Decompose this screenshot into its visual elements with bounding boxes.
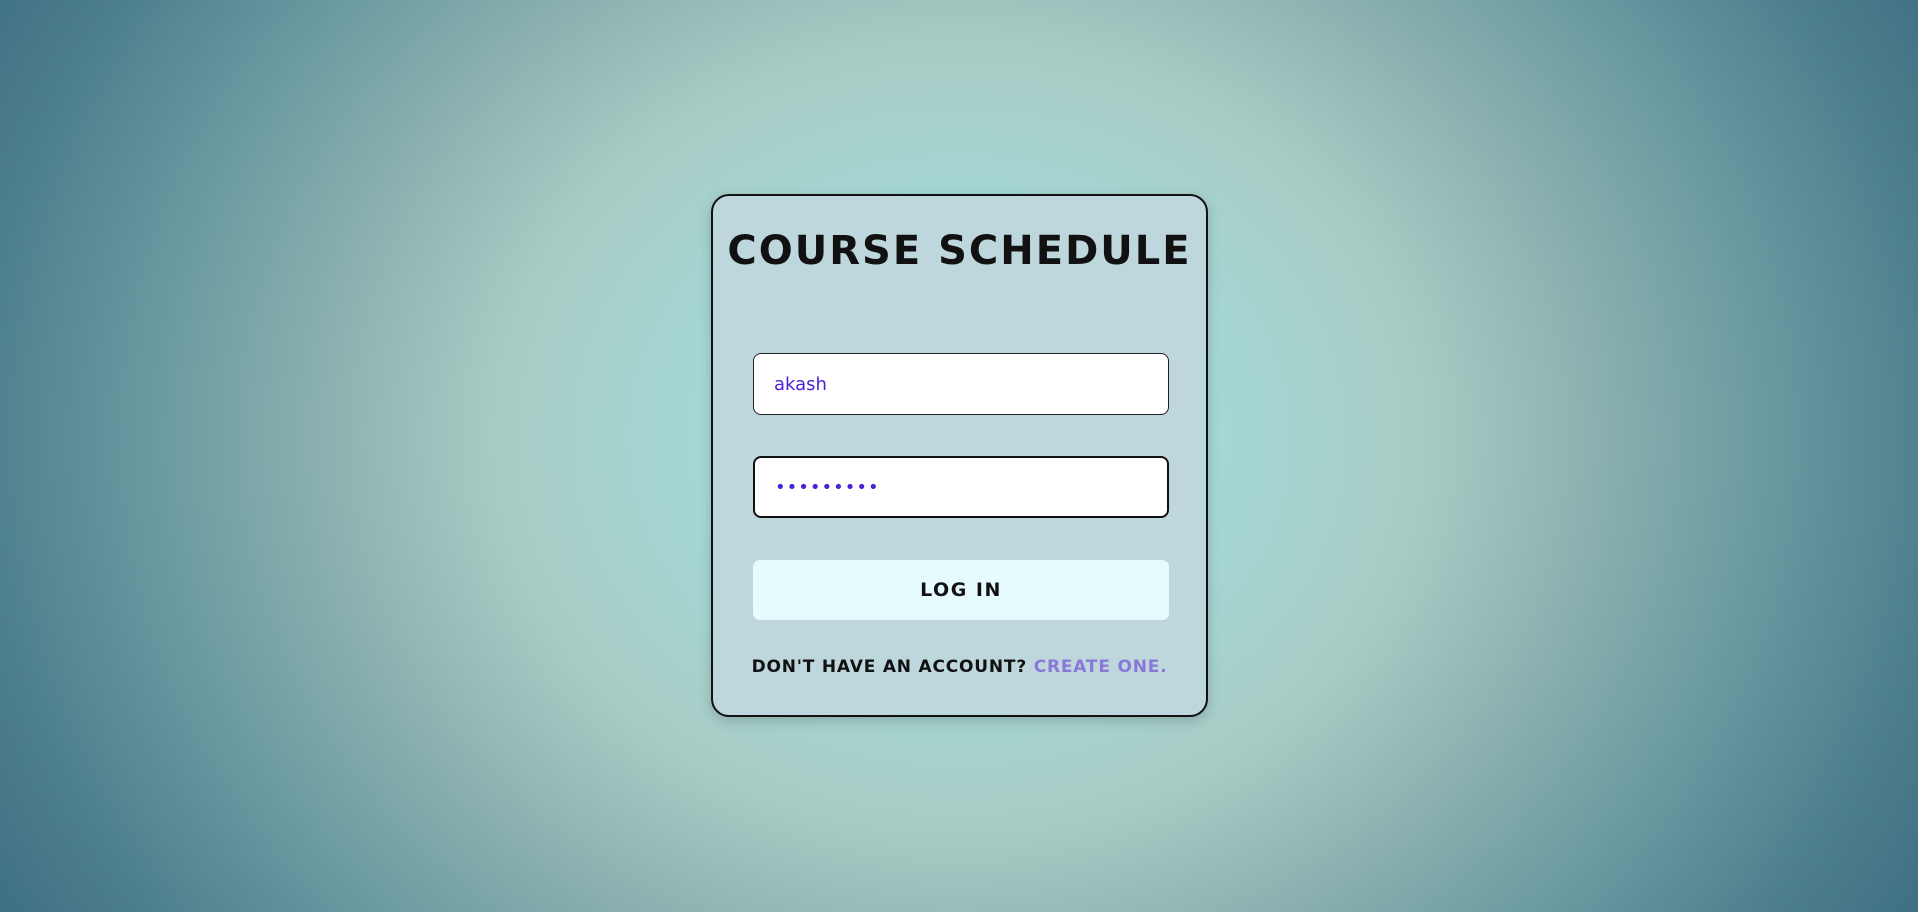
app-title: COURSE SCHEDULE xyxy=(727,228,1192,274)
login-button[interactable]: LOG IN xyxy=(753,560,1169,620)
password-input[interactable] xyxy=(753,456,1169,518)
signup-prompt-row: DON'T HAVE AN ACCOUNT? CREATE ONE. xyxy=(713,657,1206,677)
login-card: COURSE SCHEDULE LOG IN DON'T HAVE AN ACC… xyxy=(711,194,1208,717)
signup-prompt-text: DON'T HAVE AN ACCOUNT? xyxy=(751,657,1027,677)
create-account-link[interactable]: CREATE ONE. xyxy=(1034,657,1168,677)
username-input[interactable] xyxy=(753,353,1169,415)
